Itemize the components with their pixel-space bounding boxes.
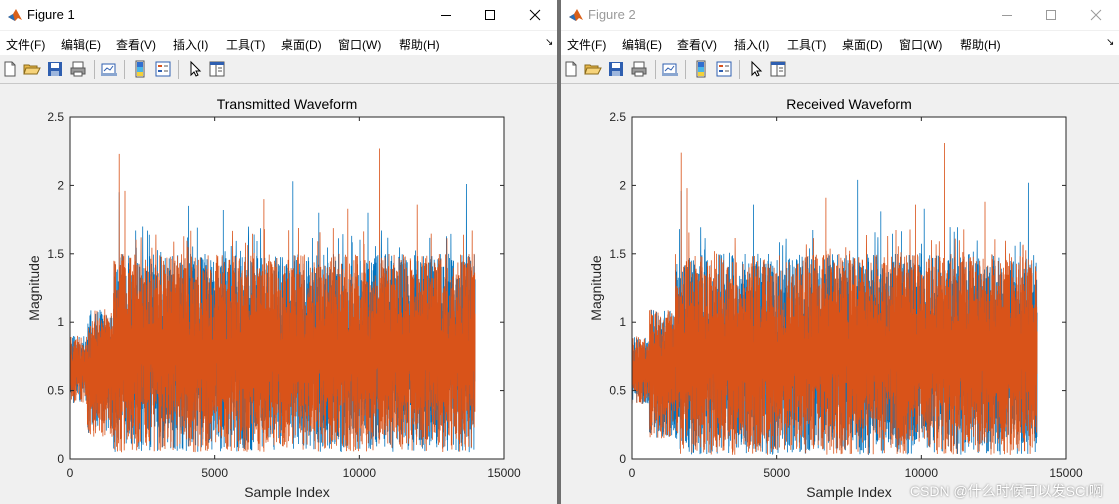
figure-toolbar [561, 56, 1119, 84]
x-tick-label: 10000 [343, 466, 377, 480]
maximize-button[interactable] [1029, 0, 1073, 30]
x-tick-label: 0 [629, 466, 636, 480]
print-icon[interactable] [69, 60, 87, 78]
save-icon[interactable] [607, 60, 625, 78]
x-tick-label: 10000 [905, 466, 939, 480]
x-tick-label: 15000 [1049, 466, 1083, 480]
x-tick-label: 5000 [201, 466, 228, 480]
window-title: Figure 1 [27, 7, 75, 22]
window-title: Figure 2 [588, 7, 636, 22]
menu-bar: 文件(F) 编辑(E) 查看(V) 插入(I) 工具(T) 桌面(D) 窗口(W… [561, 31, 1119, 55]
menu-edit[interactable]: 编辑(E) [622, 36, 662, 53]
property-inspector-icon[interactable] [769, 60, 787, 78]
link-plot-icon[interactable] [100, 60, 118, 78]
toolbar-separator [94, 60, 95, 79]
print-icon[interactable] [630, 60, 648, 78]
toolbar-separator [178, 60, 179, 79]
menu-bar: 文件(F) 编辑(E) 查看(V) 插入(I) 工具(T) 桌面(D) 窗口(W… [0, 31, 557, 55]
maximize-icon [1046, 10, 1056, 20]
matlab-logo-icon [569, 9, 583, 21]
y-tick-label: 1.5 [47, 247, 64, 261]
x-axis-label: Sample Index [244, 484, 330, 500]
menu-edit[interactable]: 编辑(E) [61, 36, 101, 53]
y-tick-label: 2 [57, 178, 64, 192]
toolbar-separator [685, 60, 686, 79]
edit-plot-arrow-icon[interactable] [747, 60, 765, 78]
menu-desktop[interactable]: 桌面(D) [281, 36, 322, 53]
y-tick-label: 0.5 [47, 384, 64, 398]
chart-title: Received Waveform [786, 96, 912, 112]
close-button[interactable] [1074, 0, 1118, 30]
y-tick-label: 1.5 [609, 247, 626, 261]
menu-file[interactable]: 文件(F) [6, 36, 45, 53]
y-tick-label: 0 [619, 452, 626, 466]
save-icon[interactable] [46, 60, 64, 78]
title-bar[interactable]: Figure 2 [561, 0, 1119, 30]
property-inspector-icon[interactable] [208, 60, 226, 78]
open-file-icon[interactable] [23, 60, 41, 78]
figure-window-1: Figure 1 文件(F) 编辑(E) 查看(V) 插入(I) 工具(T) 桌… [0, 0, 557, 504]
menu-help[interactable]: 帮助(H) [399, 36, 440, 53]
close-icon [1090, 9, 1102, 21]
x-tick-label: 5000 [763, 466, 790, 480]
watermark-text: CSDN @什么时候可以发SCI啊 [909, 483, 1103, 499]
plot-area: 0 5000 10000 15000 0 0.5 1 1.5 2 2.5 Transmitted W… [0, 84, 557, 504]
maximize-button[interactable] [468, 0, 512, 30]
menu-window[interactable]: 窗口(W) [338, 36, 381, 53]
menu-view[interactable]: 查看(V) [116, 36, 156, 53]
y-tick-label: 0 [57, 452, 64, 466]
menu-insert[interactable]: 插入(I) [173, 36, 208, 53]
insert-colorbar-icon[interactable] [692, 60, 710, 78]
new-figure-icon[interactable] [1, 60, 19, 78]
figure-window-2: Figure 2 文件(F) 编辑(E) 查看(V) 插入(I) 工具(T) 桌… [561, 0, 1119, 504]
close-button[interactable] [513, 0, 557, 30]
minimize-icon [1002, 15, 1012, 16]
chart-title: Transmitted Waveform [217, 96, 358, 112]
transmitted-waveform-chart[interactable]: 0 5000 10000 15000 0 0.5 1 1.5 2 2.5 Transmitted W… [0, 84, 557, 504]
insert-legend-icon[interactable] [154, 60, 172, 78]
y-tick-label: 0.5 [609, 384, 626, 398]
y-tick-label: 2 [619, 178, 626, 192]
menu-window[interactable]: 窗口(W) [899, 36, 942, 53]
menu-tools[interactable]: 工具(T) [226, 36, 265, 53]
insert-colorbar-icon[interactable] [131, 60, 149, 78]
received-waveform-chart[interactable]: 0 5000 10000 15000 0 0.5 1 1.5 2 2.5 Received Wave… [561, 84, 1119, 504]
menu-help[interactable]: 帮助(H) [960, 36, 1001, 53]
y-tick-label: 2.5 [609, 110, 626, 124]
y-tick-label: 1 [619, 315, 626, 329]
new-figure-icon[interactable] [562, 60, 580, 78]
matlab-logo-icon [8, 9, 22, 21]
open-file-icon[interactable] [584, 60, 602, 78]
menu-tools[interactable]: 工具(T) [787, 36, 826, 53]
minimize-button[interactable] [985, 0, 1029, 30]
menu-file[interactable]: 文件(F) [567, 36, 606, 53]
close-icon [529, 9, 541, 21]
x-tick-label: 15000 [487, 466, 521, 480]
menu-view[interactable]: 查看(V) [677, 36, 717, 53]
menu-insert[interactable]: 插入(I) [734, 36, 769, 53]
menu-overflow-icon[interactable]: ↘ [545, 37, 553, 48]
y-axis-label: Magnitude [588, 255, 604, 321]
link-plot-icon[interactable] [661, 60, 679, 78]
minimize-icon [441, 15, 451, 16]
plot-area: 0 5000 10000 15000 0 0.5 1 1.5 2 2.5 Received Wave… [561, 84, 1119, 504]
toolbar-separator [655, 60, 656, 79]
edit-plot-arrow-icon[interactable] [186, 60, 204, 78]
figure-toolbar [0, 56, 557, 84]
menu-desktop[interactable]: 桌面(D) [842, 36, 883, 53]
x-axis-label: Sample Index [806, 484, 892, 500]
maximize-icon [485, 10, 495, 20]
title-bar[interactable]: Figure 1 [0, 0, 557, 30]
y-tick-label: 1 [57, 315, 64, 329]
x-tick-label: 0 [67, 466, 74, 480]
menu-overflow-icon[interactable]: ↘ [1106, 37, 1114, 48]
toolbar-separator [124, 60, 125, 79]
toolbar-separator [739, 60, 740, 79]
y-axis-label: Magnitude [26, 255, 42, 321]
insert-legend-icon[interactable] [715, 60, 733, 78]
y-tick-label: 2.5 [47, 110, 64, 124]
minimize-button[interactable] [424, 0, 468, 30]
